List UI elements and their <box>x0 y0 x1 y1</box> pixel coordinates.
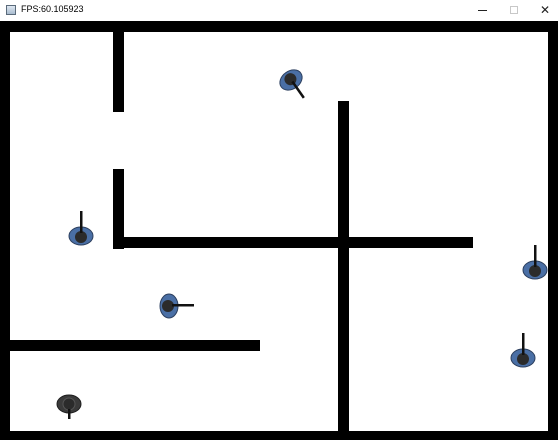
enemy-soldier-top-center[interactable] <box>276 65 310 105</box>
maximize-button[interactable] <box>498 0 532 21</box>
enemy-soldier-right-upper[interactable] <box>520 243 550 283</box>
wall-outer-bottom <box>0 431 558 440</box>
wall-center-vertical <box>338 101 349 431</box>
player-soldier[interactable] <box>54 391 88 421</box>
enemy-soldier-right-lower[interactable] <box>508 331 538 371</box>
close-icon: ✕ <box>539 3 551 17</box>
game-window: FPS:60.105923 ✕ <box>0 0 558 440</box>
close-button[interactable]: ✕ <box>528 0 558 21</box>
window-title: FPS:60.105923 <box>21 4 84 14</box>
minimize-icon <box>478 10 487 11</box>
wall-lower-left-horizontal <box>10 340 260 351</box>
wall-upper-left-divider-top <box>113 32 124 112</box>
game-canvas[interactable] <box>0 21 558 440</box>
wall-outer-top <box>0 21 558 32</box>
wall-outer-right <box>548 21 558 440</box>
app-icon <box>6 5 16 15</box>
minimize-button[interactable] <box>466 0 500 21</box>
enemy-soldier-middle[interactable] <box>156 291 196 321</box>
wall-middle-horizontal <box>113 237 473 248</box>
wall-outer-left <box>0 21 10 440</box>
enemy-soldier-left[interactable] <box>66 209 96 249</box>
title-bar[interactable]: FPS:60.105923 ✕ <box>0 0 558 21</box>
maximize-icon <box>510 6 518 14</box>
